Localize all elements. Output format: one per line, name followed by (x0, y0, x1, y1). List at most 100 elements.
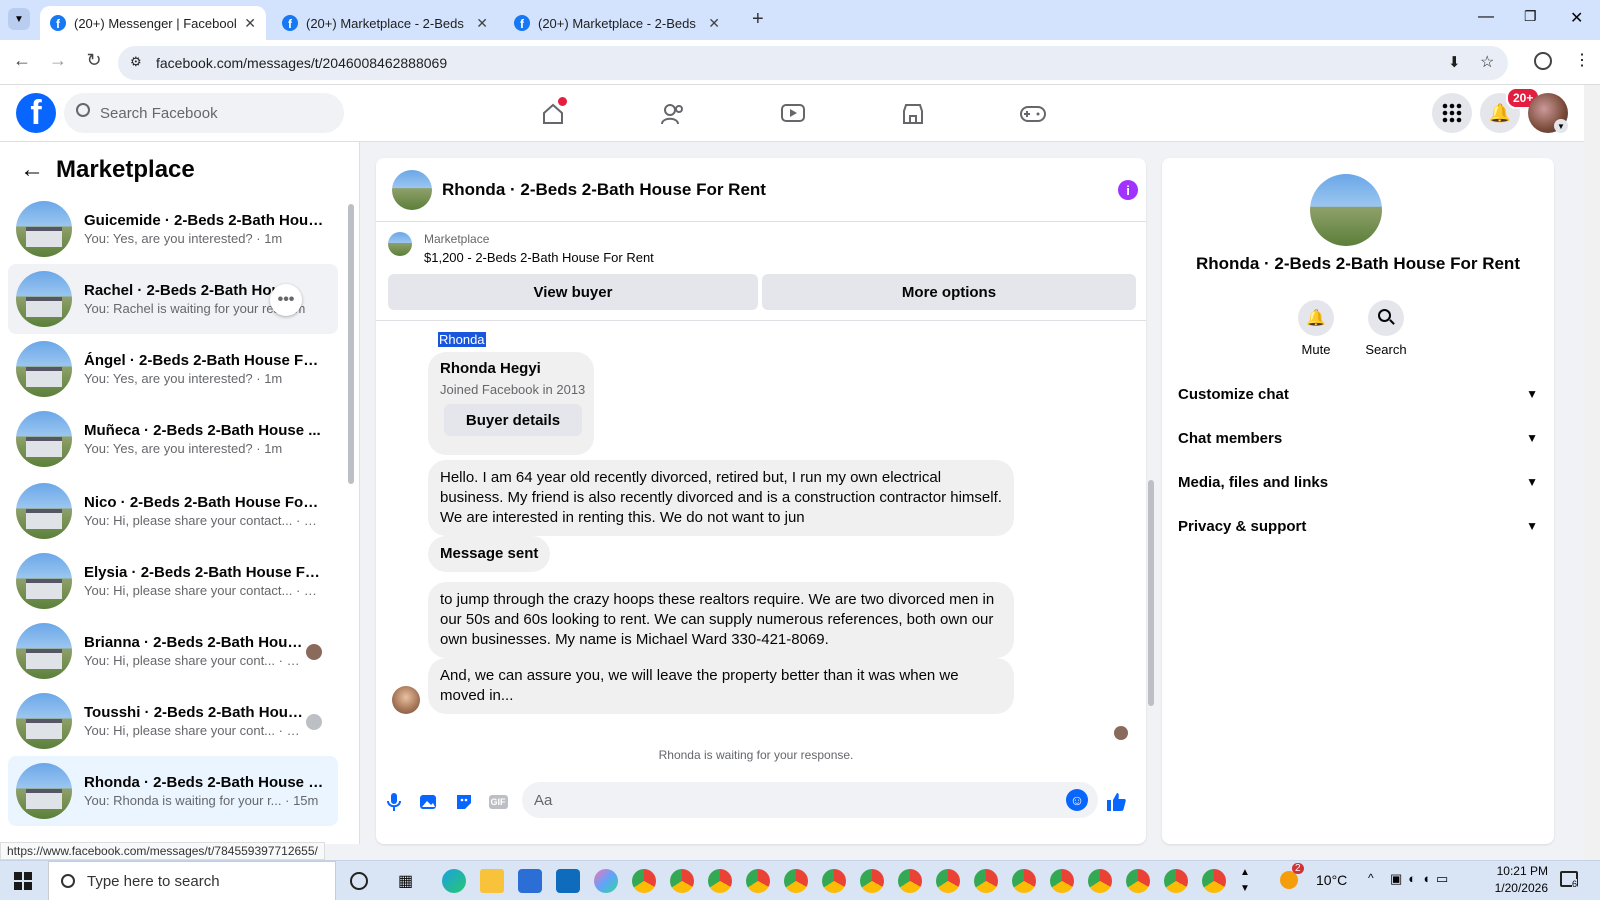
page-scrollbar[interactable] (1584, 85, 1600, 860)
browser-tab-messenger[interactable]: f (20+) Messenger | Facebook ✕ (40, 6, 266, 40)
chrome-profile-icon[interactable] (746, 869, 770, 893)
weather-widget[interactable]: 2 10°C (1280, 863, 1348, 889)
friends-icon[interactable] (658, 99, 688, 129)
chrome-profile-icon[interactable] (670, 869, 694, 893)
taskbar-overflow-chevron-icon[interactable]: ▲ ▼ (1240, 865, 1250, 897)
back-arrow-icon[interactable]: ← (20, 156, 44, 184)
notification-center-icon[interactable]: 6 (1560, 871, 1578, 889)
minimize-button[interactable]: — (1478, 8, 1494, 26)
conversation-item[interactable]: Nico · 2-Beds 2-Bath House For ... You: H… (8, 476, 338, 546)
listing-title[interactable]: $1,200 - 2-Beds 2-Bath House For Rent (424, 250, 654, 265)
install-app-icon[interactable]: ⬇ (1448, 53, 1461, 71)
home-icon[interactable] (538, 97, 568, 129)
buyer-details-button[interactable]: Buyer details (444, 404, 582, 436)
chrome-profile-icon[interactable] (822, 869, 846, 893)
windows-start-icon[interactable] (14, 872, 32, 890)
chat-scrollbar[interactable] (1148, 480, 1154, 706)
chrome-profile-icon[interactable] (1012, 869, 1036, 893)
url-bar[interactable]: ⚙ facebook.com/messages/t/20460084628880… (118, 46, 1508, 80)
conversation-item[interactable]: Tousshi · 2-Beds 2-Bath Hous... You: Hi, … (8, 686, 338, 756)
reload-icon[interactable]: ↻ (82, 50, 106, 71)
facebook-logo-icon[interactable]: f (16, 93, 56, 133)
conversation-item[interactable]: Rhonda · 2-Beds 2-Bath House F... You: Rh… (8, 756, 338, 826)
restore-button[interactable]: ❐ (1524, 8, 1537, 25)
listing-avatar[interactable] (1310, 174, 1382, 246)
conversation-item[interactable]: Rachel · 2-Beds 2-Bath Hous You: Rachel i… (8, 264, 338, 334)
chat-avatar[interactable] (392, 169, 432, 210)
edge-icon[interactable] (442, 869, 466, 893)
taskbar-search-box[interactable]: Type here to search (48, 861, 336, 900)
clock-time[interactable]: 10:21 PM (1488, 864, 1548, 878)
customize-chat-section[interactable]: Customize chat ▼ (1178, 374, 1538, 414)
privacy-support-section[interactable]: Privacy & support ▼ (1178, 506, 1538, 546)
chrome-profile-icon[interactable] (974, 869, 998, 893)
browser-tab-marketplace-1[interactable]: f (20+) Marketplace - 2-Beds 2-B ✕ (272, 6, 498, 40)
chrome-profile-icon[interactable] (1202, 869, 1226, 893)
task-view-icon[interactable] (350, 872, 368, 890)
like-icon[interactable] (1104, 790, 1128, 814)
weather-temp: 10°C (1316, 872, 1348, 888)
media-files-links-section[interactable]: Media, files and links ▼ (1178, 462, 1538, 502)
sticker-icon[interactable] (452, 790, 476, 814)
browser-tab-marketplace-2[interactable]: f (20+) Marketplace - 2-Beds 2-B ✕ (504, 6, 730, 40)
store-icon[interactable] (518, 869, 542, 893)
gaming-icon[interactable] (1018, 99, 1048, 129)
mute-button[interactable]: 🔔 Mute (1286, 300, 1346, 357)
close-icon[interactable]: ✕ (476, 15, 488, 32)
tab-list-button[interactable]: ▼ (8, 8, 30, 30)
site-settings-icon[interactable]: ⚙ (130, 54, 142, 70)
window-close-button[interactable]: ✕ (1570, 8, 1583, 28)
search-conversation-button[interactable]: Search (1356, 300, 1416, 357)
close-icon[interactable]: ✕ (244, 15, 256, 32)
clock-date[interactable]: 1/20/2026 (1488, 881, 1548, 895)
marketplace-icon[interactable] (898, 99, 928, 129)
chrome-icon[interactable] (632, 869, 656, 893)
tray-chevron-up-icon[interactable]: ^ (1368, 871, 1374, 885)
close-icon[interactable]: ✕ (708, 15, 720, 32)
more-options-icon[interactable]: ••• (270, 284, 302, 316)
view-buyer-button[interactable]: View buyer (388, 274, 758, 310)
chrome-profile-icon[interactable] (1164, 869, 1188, 893)
sender-avatar[interactable] (392, 686, 420, 714)
file-explorer-icon[interactable] (480, 869, 504, 893)
conversation-item[interactable]: Guicemide · 2-Beds 2-Bath Hous... You: Ye… (8, 194, 338, 264)
chrome-profile-icon[interactable] (898, 869, 922, 893)
conversation-item[interactable]: Ángel · 2-Beds 2-Bath House Fo... You: Ye… (8, 334, 338, 404)
video-icon[interactable] (778, 99, 808, 129)
conversation-name: Rhonda · 2-Beds 2-Bath House F... (84, 774, 324, 791)
forward-icon[interactable]: → (46, 50, 70, 71)
outlook-icon[interactable] (556, 869, 580, 893)
chrome-profile-icon[interactable] (860, 869, 884, 893)
emoji-icon[interactable]: ☺ (1066, 789, 1088, 811)
info-icon[interactable]: i (1118, 180, 1138, 200)
back-icon[interactable]: ← (10, 50, 34, 71)
photo-icon[interactable] (416, 790, 440, 814)
facebook-search-input[interactable]: Search Facebook (64, 93, 344, 133)
more-options-button[interactable]: More options (762, 274, 1136, 310)
chrome-profile-icon[interactable] (1050, 869, 1074, 893)
tray-icons[interactable]: ▣◐◖▭ (1390, 871, 1454, 887)
chat-members-section[interactable]: Chat members ▼ (1178, 418, 1538, 458)
chrome-profile-icon[interactable] (1088, 869, 1112, 893)
sidebar-scrollbar[interactable] (348, 204, 354, 484)
conversation-item[interactable]: Elysia · 2-Beds 2-Bath House For... You: … (8, 546, 338, 616)
menu-grid-button[interactable] (1432, 93, 1472, 133)
chrome-profile-icon[interactable] (1126, 869, 1150, 893)
gif-icon[interactable]: GIF (486, 790, 510, 814)
browser-menu-icon[interactable]: ⋮ (1574, 50, 1590, 70)
notifications-button[interactable]: 🔔 20+ (1480, 87, 1541, 133)
chrome-profile-icon[interactable] (708, 869, 732, 893)
bookmark-star-icon[interactable]: ☆ (1480, 52, 1494, 72)
message-input[interactable]: Aa ☺ (522, 782, 1098, 818)
new-tab-button[interactable]: + (752, 8, 764, 31)
chrome-profile-icon[interactable] (784, 869, 808, 893)
chat-title[interactable]: Rhonda · 2-Beds 2-Bath House For Rent (442, 180, 766, 200)
conversation-item[interactable]: Muñeca · 2-Beds 2-Bath House ... You: Yes… (8, 404, 338, 474)
widgets-icon[interactable]: ▦ (398, 871, 413, 891)
account-avatar[interactable]: ▼ (1528, 93, 1568, 133)
copilot-icon[interactable] (594, 869, 618, 893)
profile-icon[interactable] (1534, 52, 1552, 70)
chrome-profile-icon[interactable] (936, 869, 960, 893)
conversation-item[interactable]: Brianna · 2-Beds 2-Bath Hous... You: Hi, … (8, 616, 338, 686)
microphone-icon[interactable] (382, 790, 406, 814)
